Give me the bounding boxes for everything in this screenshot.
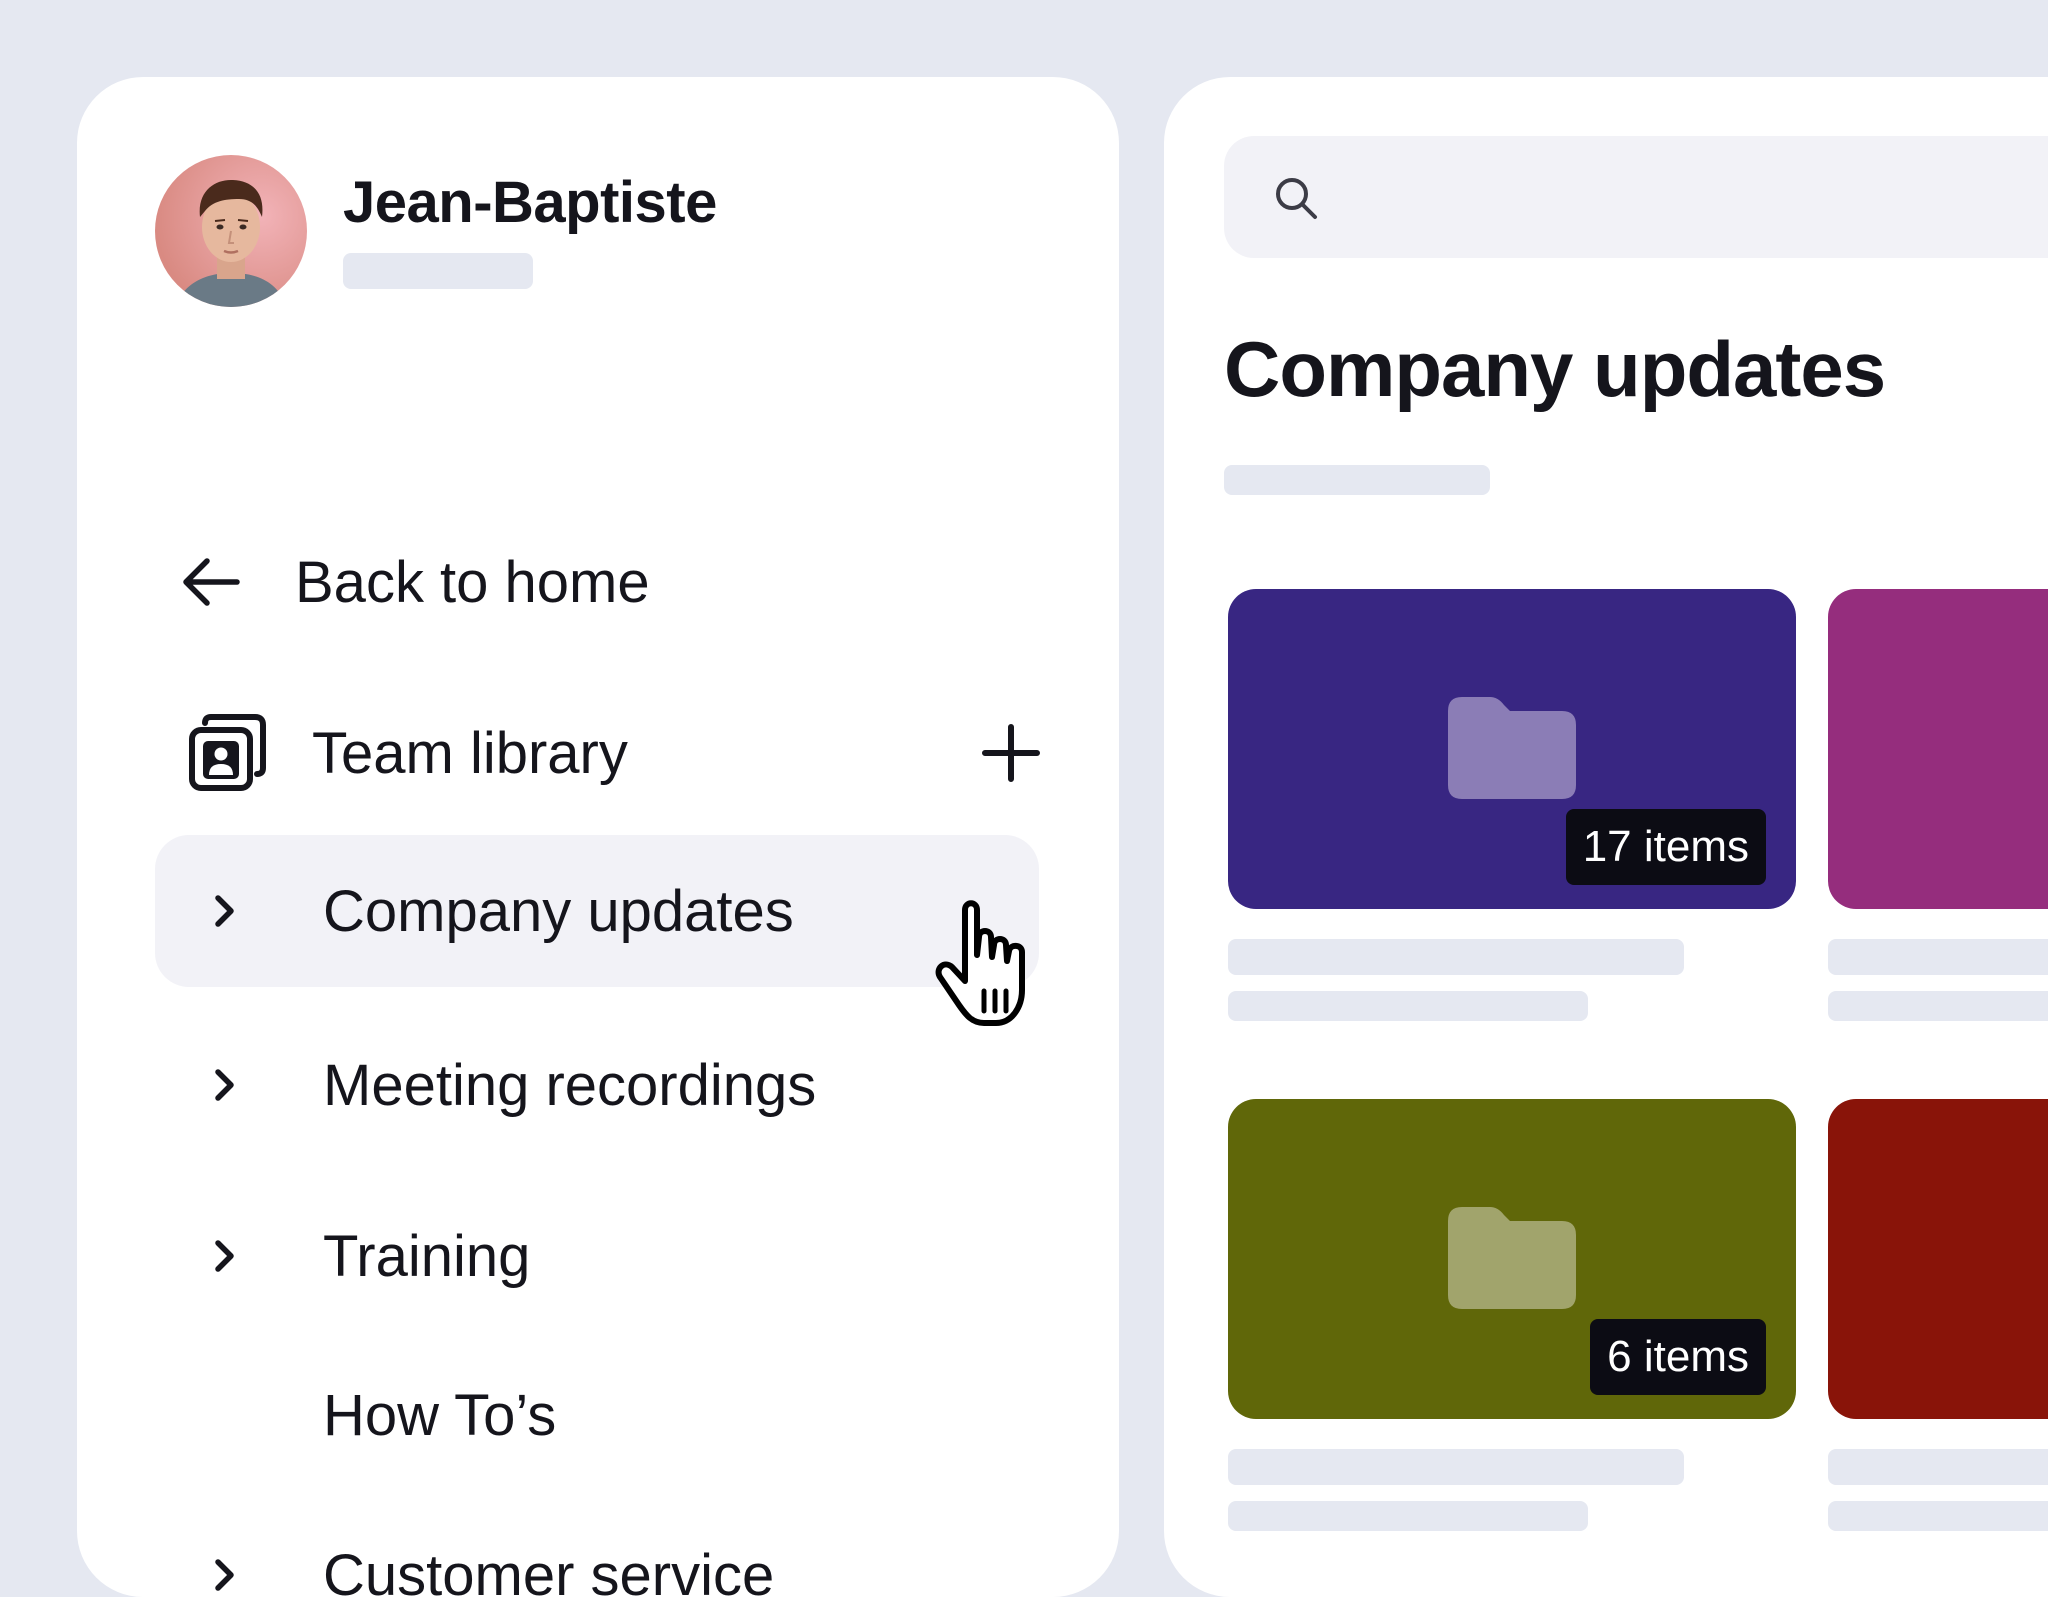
card-subtitle-placeholder: [1828, 991, 2048, 1021]
avatar[interactable]: [155, 155, 307, 307]
user-profile: Jean-Baptiste: [155, 155, 717, 307]
search-input[interactable]: [1224, 136, 2048, 258]
team-library-header[interactable]: Team library: [187, 707, 1079, 799]
back-to-home-link[interactable]: Back to home: [177, 539, 650, 625]
card-subtitle-placeholder: [1828, 1501, 2048, 1531]
card-subtitle-placeholder: [1228, 1501, 1588, 1531]
sidebar-item-how-to-s[interactable]: How To’s: [155, 1339, 1039, 1491]
main-panel: Company updates 17 items 6 items: [1164, 77, 2048, 1597]
sidebar-item-company-updates[interactable]: Company updates: [155, 835, 1039, 987]
folder-card[interactable]: 6 items: [1228, 1099, 1796, 1419]
sidebar-item-meeting-recordings[interactable]: Meeting recordings: [155, 1009, 1039, 1161]
item-count-badge: 6 items: [1590, 1319, 1766, 1395]
sidebar-panel: Jean-Baptiste Back to home Team library …: [77, 77, 1119, 1597]
sidebar-item-customer-service[interactable]: Customer service: [155, 1499, 1039, 1597]
hand-pointer-cursor: [932, 897, 1062, 1037]
sidebar-item-label: Company updates: [323, 878, 794, 945]
search-icon: [1272, 174, 1320, 222]
item-count-badge: 17 items: [1566, 809, 1766, 885]
chevron-right-icon[interactable]: [207, 1062, 241, 1108]
chevron-right-icon[interactable]: [207, 1552, 241, 1597]
card-title-placeholder: [1228, 939, 1684, 975]
user-subtitle-placeholder: [343, 253, 533, 289]
sidebar-item-label: Customer service: [323, 1542, 774, 1597]
team-library-icon: [187, 712, 269, 794]
page-title: Company updates: [1224, 327, 1885, 413]
user-name: Jean-Baptiste: [343, 171, 717, 235]
folder-icon: [1448, 1207, 1576, 1309]
back-to-home-label: Back to home: [295, 549, 650, 616]
card-title-placeholder: [1228, 1449, 1684, 1485]
sidebar-item-label: Meeting recordings: [323, 1052, 816, 1119]
folder-card[interactable]: [1828, 1099, 2048, 1419]
plus-icon[interactable]: [977, 719, 1045, 787]
card-title-placeholder: [1828, 1449, 2048, 1485]
sidebar-item-training[interactable]: Training: [155, 1180, 1039, 1332]
title-subtitle-placeholder: [1224, 465, 1490, 495]
arrow-left-icon: [177, 548, 245, 616]
team-library-label: Team library: [312, 720, 628, 787]
folder-card[interactable]: [1828, 589, 2048, 909]
chevron-right-icon[interactable]: [207, 1233, 241, 1279]
folder-icon: [1448, 697, 1576, 799]
sidebar-item-label: Training: [323, 1223, 530, 1290]
chevron-right-icon[interactable]: [207, 888, 241, 934]
folder-card[interactable]: 17 items: [1228, 589, 1796, 909]
card-title-placeholder: [1828, 939, 2048, 975]
card-subtitle-placeholder: [1228, 991, 1588, 1021]
sidebar-item-label: How To’s: [323, 1382, 556, 1449]
